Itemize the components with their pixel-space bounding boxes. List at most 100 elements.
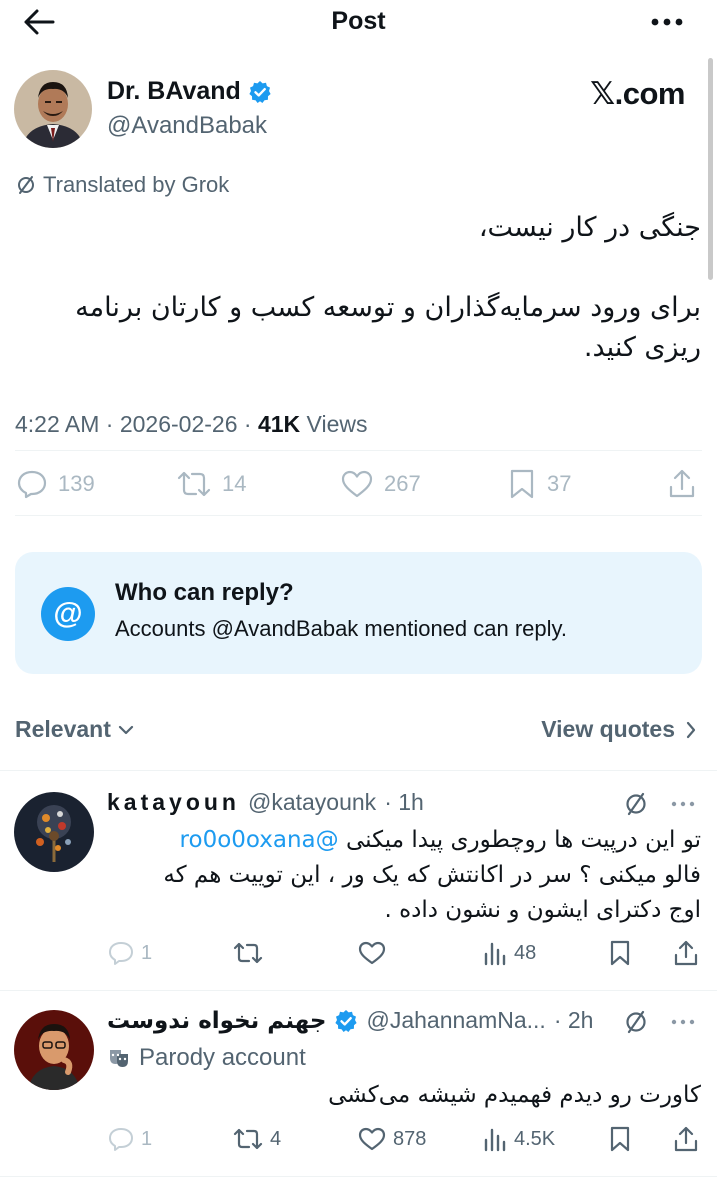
author-name[interactable]: Dr. BAvand — [107, 77, 272, 106]
reply-like-button[interactable]: 878 — [357, 1121, 426, 1157]
parody-label: Parody account — [139, 1044, 306, 1071]
reply-text-line: اوج دکترای ایشون و نشون داده . — [384, 897, 701, 923]
view-quotes-button[interactable]: View quotes — [541, 716, 697, 743]
reply-author-handle[interactable]: @JahannamNa... — [366, 1007, 545, 1034]
translation-notice[interactable]: Translated by Grok — [15, 172, 229, 198]
post-action-bar: 139 14 267 37 — [0, 462, 717, 506]
reply-views-button[interactable]: 4.5K — [482, 1121, 555, 1157]
reply-reply-button[interactable]: 1 — [107, 935, 152, 971]
heart-icon — [358, 1127, 386, 1151]
reply-bubble-icon — [109, 942, 133, 965]
share-icon — [674, 940, 698, 966]
mention-link[interactable]: @ro0o0oxana — [180, 827, 339, 853]
author-avatar-image — [14, 70, 92, 148]
views-bars-icon — [484, 1128, 506, 1152]
at-sign-icon: @ — [41, 587, 95, 641]
reply-text: تو این درپیت ها روچطوری پیدا میکنی @ro0o… — [106, 823, 701, 928]
more-dots-icon — [651, 18, 683, 26]
share-button[interactable] — [667, 462, 697, 506]
post-text-line-2: برای ورود سرمایه‌گذاران و توسعه کسب و کا… — [75, 292, 701, 363]
repost-button[interactable]: 14 — [176, 462, 246, 506]
bookmark-icon — [610, 1126, 630, 1152]
reply-author-name[interactable]: جهنم نخواه ندوست — [107, 1008, 326, 1034]
bookmark-icon — [510, 469, 534, 499]
reply-header: katayoun @katayounk · 1h — [107, 789, 424, 816]
reply-time[interactable]: · 2h — [554, 1007, 594, 1034]
post-meta: 4:22 AM · 2026-02-26 · 41K Views — [15, 411, 367, 438]
repost-count: 14 — [222, 471, 247, 496]
bookmark-button[interactable]: 37 — [507, 462, 571, 506]
divider — [0, 990, 717, 991]
like-button[interactable]: 267 — [340, 462, 421, 506]
reply-views-button[interactable]: 48 — [482, 935, 536, 971]
translation-label: Translated by Grok — [43, 172, 230, 197]
reply-avatar[interactable] — [14, 792, 94, 872]
share-icon — [674, 1126, 698, 1152]
reply-avatar[interactable] — [14, 1010, 94, 1090]
top-bar: Post — [0, 0, 717, 44]
reply-text: کاورت رو دیدم فهمیدم شیشه می‌کشی — [328, 1082, 701, 1108]
reply-action-bar: 1 4 878 4.5K — [0, 1121, 717, 1157]
reply-action-bar: 1 48 — [0, 935, 717, 971]
reply-header-icons — [623, 791, 695, 817]
sort-label: Relevant — [15, 716, 111, 742]
page-title: Post — [331, 7, 386, 35]
sort-replies-button[interactable]: Relevant — [15, 716, 135, 743]
reply-count: 139 — [58, 471, 95, 496]
reply-repost-count: 4 — [270, 1127, 282, 1150]
divider — [15, 515, 702, 516]
reply-reply-count: 1 — [141, 941, 153, 964]
scrollbar[interactable] — [708, 58, 713, 280]
reply-reply-button[interactable]: 1 — [107, 1121, 152, 1157]
chevron-right-icon — [686, 721, 696, 738]
translate-slash-icon[interactable] — [623, 1009, 649, 1035]
reply-restriction-box: @ Who can reply? Accounts @AvandBabak me… — [15, 552, 702, 674]
reply-like-button[interactable] — [357, 935, 387, 971]
reply-text-segment: تو این درپیت ها روچطوری پیدا میکنی — [345, 827, 701, 853]
meta-separator: · — [243, 411, 258, 437]
share-icon — [669, 469, 695, 498]
post-date[interactable]: 2026-02-26 — [120, 411, 238, 437]
repost-icon — [233, 942, 263, 964]
reply-repost-button[interactable] — [232, 935, 264, 971]
reply-views-count: 48 — [514, 941, 537, 964]
post-time[interactable]: 4:22 AM — [15, 411, 99, 437]
reply-like-count: 878 — [393, 1127, 427, 1150]
theater-masks-icon — [110, 1050, 128, 1067]
heart-icon — [341, 470, 373, 498]
reply-time[interactable]: · 1h — [384, 789, 424, 816]
reply-share-button[interactable] — [673, 1121, 699, 1157]
translate-slash-icon — [18, 176, 34, 194]
verified-badge-icon — [249, 80, 271, 103]
view-quotes-label: View quotes — [541, 716, 675, 742]
reply-repost-button[interactable]: 4 — [232, 1121, 281, 1157]
reply-author-handle[interactable]: @katayounk — [248, 789, 376, 816]
author-name-text: Dr. BAvand — [107, 77, 241, 105]
bookmark-count: 37 — [547, 471, 572, 496]
views-label: Views — [306, 411, 368, 437]
meta-separator: · — [105, 411, 120, 437]
reply-share-button[interactable] — [673, 935, 699, 971]
more-dots-icon[interactable] — [671, 1017, 695, 1027]
repost-icon — [233, 1128, 263, 1150]
author-handle[interactable]: @AvandBabak — [107, 112, 267, 140]
reply-header: جهنم نخواه ندوست @JahannamNa... · 2h — [107, 1007, 593, 1034]
reply-author-name[interactable]: katayoun — [107, 789, 240, 816]
reply-restriction-title: Who can reply? — [115, 579, 294, 606]
more-dots-icon[interactable] — [671, 799, 695, 809]
divider — [15, 450, 702, 451]
translate-slash-icon[interactable] — [623, 791, 649, 817]
more-options-button[interactable] — [649, 10, 689, 34]
verified-badge-icon — [335, 1009, 358, 1032]
reply-button[interactable]: 139 — [16, 462, 95, 506]
chevron-down-icon — [118, 725, 133, 734]
parody-badge: Parody account — [107, 1044, 306, 1072]
post-text-line-1: جنگی در کار نیست، — [478, 212, 701, 243]
reply-avatar-image — [14, 1010, 94, 1090]
reply-text-line: تو این درپیت ها روچطوری پیدا میکنی @ro0o… — [106, 823, 701, 858]
author-avatar[interactable] — [14, 70, 92, 148]
reply-bookmark-button[interactable] — [607, 935, 633, 971]
reply-bubble-icon — [17, 470, 47, 499]
source-watermark: 𝕏.com — [590, 76, 685, 111]
reply-bookmark-button[interactable] — [607, 1121, 633, 1157]
